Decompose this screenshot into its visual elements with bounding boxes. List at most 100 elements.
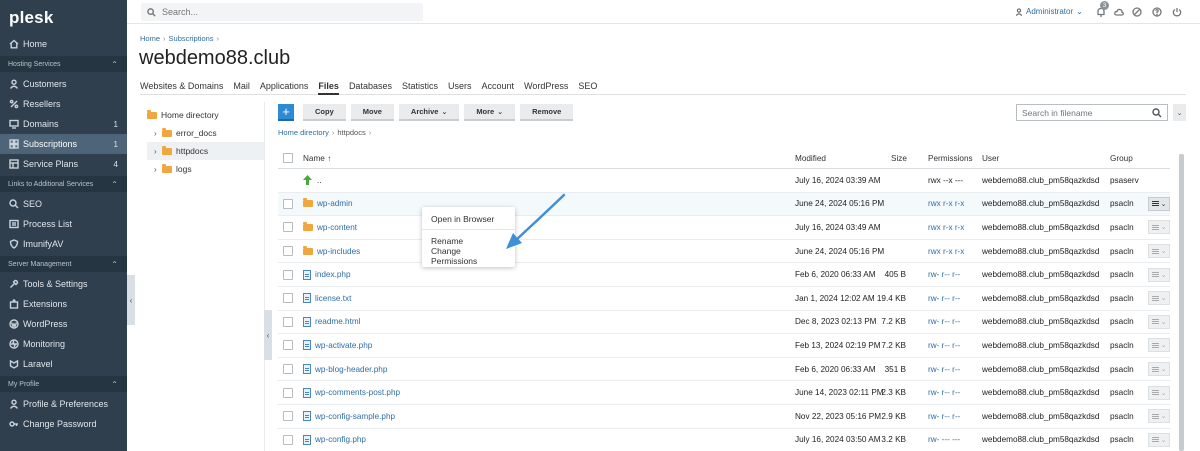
sidebar-item-extensions[interactable]: Extensions bbox=[0, 294, 127, 314]
power-button[interactable] bbox=[1171, 6, 1183, 18]
tab-databases[interactable]: Databases bbox=[349, 81, 392, 95]
sidebar-item-wordpress[interactable]: WordPress bbox=[0, 314, 127, 334]
table-scrollbar[interactable] bbox=[1179, 154, 1184, 451]
plesk-logo[interactable]: plesk bbox=[0, 0, 127, 34]
tab-statistics[interactable]: Statistics bbox=[402, 81, 438, 95]
table-row[interactable]: .. July 16, 2024 03:39 AM rwx --x --- we… bbox=[278, 169, 1170, 193]
section-my-profile[interactable]: My Profile ⌃ bbox=[0, 376, 127, 392]
row-menu-button[interactable]: ⌄ bbox=[1148, 220, 1170, 235]
file-name[interactable]: wp-config.php bbox=[315, 435, 366, 444]
file-name[interactable]: wp-comments-post.php bbox=[315, 388, 400, 397]
file-permissions[interactable]: rwx r-x r-x bbox=[928, 216, 964, 239]
notifications-button[interactable]: 3 bbox=[1095, 1, 1109, 18]
header-size[interactable]: Size bbox=[891, 148, 921, 168]
sidebar-item-home[interactable]: Home bbox=[0, 34, 127, 54]
row-checkbox[interactable] bbox=[283, 434, 293, 445]
tab-applications[interactable]: Applications bbox=[260, 81, 309, 95]
filename-search-options[interactable]: ⌄ bbox=[1173, 104, 1186, 121]
file-permissions[interactable]: rw- r-- r-- bbox=[928, 405, 960, 428]
path-home[interactable]: Home directory bbox=[278, 128, 329, 137]
tab-files[interactable]: Files bbox=[318, 81, 339, 95]
tree-item-httpdocs[interactable]: › httpdocs bbox=[147, 142, 265, 160]
row-checkbox[interactable] bbox=[283, 411, 293, 422]
row-checkbox[interactable] bbox=[283, 340, 293, 351]
file-permissions[interactable]: rw- r-- r-- bbox=[928, 287, 960, 310]
sidebar-item-imunifyav[interactable]: ImunifyAV bbox=[0, 234, 127, 254]
sidebar-item-domains[interactable]: Domains 1 bbox=[0, 114, 127, 134]
tab-seo[interactable]: SEO bbox=[578, 81, 597, 95]
file-name[interactable]: license.txt bbox=[315, 294, 351, 303]
filename-search[interactable] bbox=[1016, 104, 1168, 121]
sidebar-item-process-list[interactable]: Process List bbox=[0, 214, 127, 234]
cloud-button[interactable] bbox=[1113, 6, 1125, 18]
table-row[interactable]: wp-comments-post.php June 14, 2023 02:11… bbox=[278, 381, 1170, 405]
file-name[interactable]: index.php bbox=[315, 270, 351, 279]
file-permissions[interactable]: rw- r-- r-- bbox=[928, 381, 960, 404]
header-user[interactable]: User bbox=[982, 148, 999, 168]
row-menu-button[interactable]: ⌄ bbox=[1148, 432, 1170, 447]
file-permissions[interactable]: rw- --- --- bbox=[928, 429, 960, 451]
row-checkbox[interactable] bbox=[283, 198, 293, 209]
tree-collapse-handle[interactable]: ‹ bbox=[264, 310, 272, 360]
row-checkbox[interactable] bbox=[283, 387, 293, 398]
sidebar-item-seo[interactable]: SEO bbox=[0, 194, 127, 214]
row-menu-button[interactable]: ⌄ bbox=[1148, 196, 1170, 211]
file-permissions[interactable]: rw- r-- r-- bbox=[928, 334, 960, 357]
select-all-checkbox[interactable] bbox=[283, 153, 293, 163]
row-checkbox[interactable] bbox=[283, 222, 293, 233]
sidebar-item-change-password[interactable]: Change Password bbox=[0, 414, 127, 434]
sidebar-item-laravel[interactable]: Laravel bbox=[0, 354, 127, 374]
file-name[interactable]: wp-admin bbox=[317, 199, 353, 208]
table-row[interactable]: wp-blog-header.php Feb 6, 2020 06:33 AM … bbox=[278, 358, 1170, 382]
sidebar-item-subscriptions[interactable]: Subscriptions 1 bbox=[0, 134, 127, 154]
sidebar-item-monitoring[interactable]: Monitoring bbox=[0, 334, 127, 354]
file-permissions[interactable]: rw- r-- r-- bbox=[928, 358, 960, 381]
row-checkbox[interactable] bbox=[283, 316, 293, 327]
row-checkbox[interactable] bbox=[283, 246, 293, 257]
table-row[interactable]: wp-config.php July 16, 2024 03:50 AM 3.2… bbox=[278, 429, 1170, 451]
breadcrumb-subscriptions[interactable]: Subscriptions bbox=[169, 34, 214, 43]
table-row[interactable]: license.txt Jan 1, 2024 12:02 AM 19.4 KB… bbox=[278, 287, 1170, 311]
move-button[interactable]: Move bbox=[350, 104, 394, 121]
table-row[interactable]: wp-admin June 24, 2024 05:16 PM rwx r-x … bbox=[278, 192, 1170, 217]
chevron-right-icon[interactable]: › bbox=[154, 147, 162, 156]
add-button[interactable]: + bbox=[278, 104, 294, 121]
user-menu[interactable]: Administrator ⌄ bbox=[1015, 7, 1083, 16]
row-menu-button[interactable]: ⌄ bbox=[1148, 409, 1170, 424]
more-button[interactable]: More bbox=[464, 104, 516, 121]
copy-button[interactable]: Copy bbox=[303, 104, 346, 121]
row-menu-button[interactable]: ⌄ bbox=[1148, 244, 1170, 259]
header-permissions[interactable]: Permissions bbox=[928, 148, 973, 168]
table-row[interactable]: readme.html Dec 8, 2023 02:13 PM 7.2 KB … bbox=[278, 311, 1170, 335]
file-name[interactable]: .. bbox=[317, 176, 322, 185]
row-menu-button[interactable]: ⌄ bbox=[1148, 291, 1170, 306]
row-menu-button[interactable]: ⌄ bbox=[1148, 385, 1170, 400]
chevron-right-icon[interactable]: › bbox=[154, 129, 162, 138]
file-permissions[interactable]: rwx r-x r-x bbox=[928, 193, 964, 216]
header-name[interactable]: Name ↑ bbox=[303, 148, 331, 168]
row-checkbox[interactable] bbox=[283, 364, 293, 375]
file-name[interactable]: wp-content bbox=[317, 223, 357, 232]
file-permissions[interactable]: rw- r-- r-- bbox=[928, 263, 960, 286]
filename-search-input[interactable] bbox=[1022, 107, 1152, 118]
row-menu-button[interactable]: ⌄ bbox=[1148, 362, 1170, 377]
scrollbar-thumb[interactable] bbox=[1179, 154, 1184, 451]
tree-item-home-directory[interactable]: Home directory bbox=[147, 106, 265, 124]
section-links-additional[interactable]: Links to Additional Services ⌃ bbox=[0, 176, 127, 192]
table-row[interactable]: index.php Feb 6, 2020 06:33 AM 405 B rw-… bbox=[278, 263, 1170, 287]
sidebar-item-service-plans[interactable]: Service Plans 4 bbox=[0, 154, 127, 174]
archive-button[interactable]: Archive bbox=[398, 104, 460, 121]
file-name[interactable]: wp-blog-header.php bbox=[315, 365, 387, 374]
table-row[interactable]: wp-activate.php Feb 13, 2024 02:19 PM 7.… bbox=[278, 334, 1170, 358]
header-modified[interactable]: Modified bbox=[795, 148, 826, 168]
global-search[interactable] bbox=[141, 3, 423, 21]
section-server-management[interactable]: Server Management ⌃ bbox=[0, 256, 127, 272]
extensions-toolbar-button[interactable] bbox=[1131, 6, 1143, 18]
table-row[interactable]: wp-config-sample.php Nov 22, 2023 05:16 … bbox=[278, 405, 1170, 429]
row-menu-button[interactable]: ⌄ bbox=[1148, 267, 1170, 282]
table-row[interactable]: wp-includes June 24, 2024 05:16 PM rwx r… bbox=[278, 240, 1170, 264]
chevron-right-icon[interactable]: › bbox=[154, 165, 162, 174]
help-button[interactable] bbox=[1151, 6, 1163, 18]
row-menu-button[interactable]: ⌄ bbox=[1148, 314, 1170, 329]
row-menu-button[interactable]: ⌄ bbox=[1148, 338, 1170, 353]
